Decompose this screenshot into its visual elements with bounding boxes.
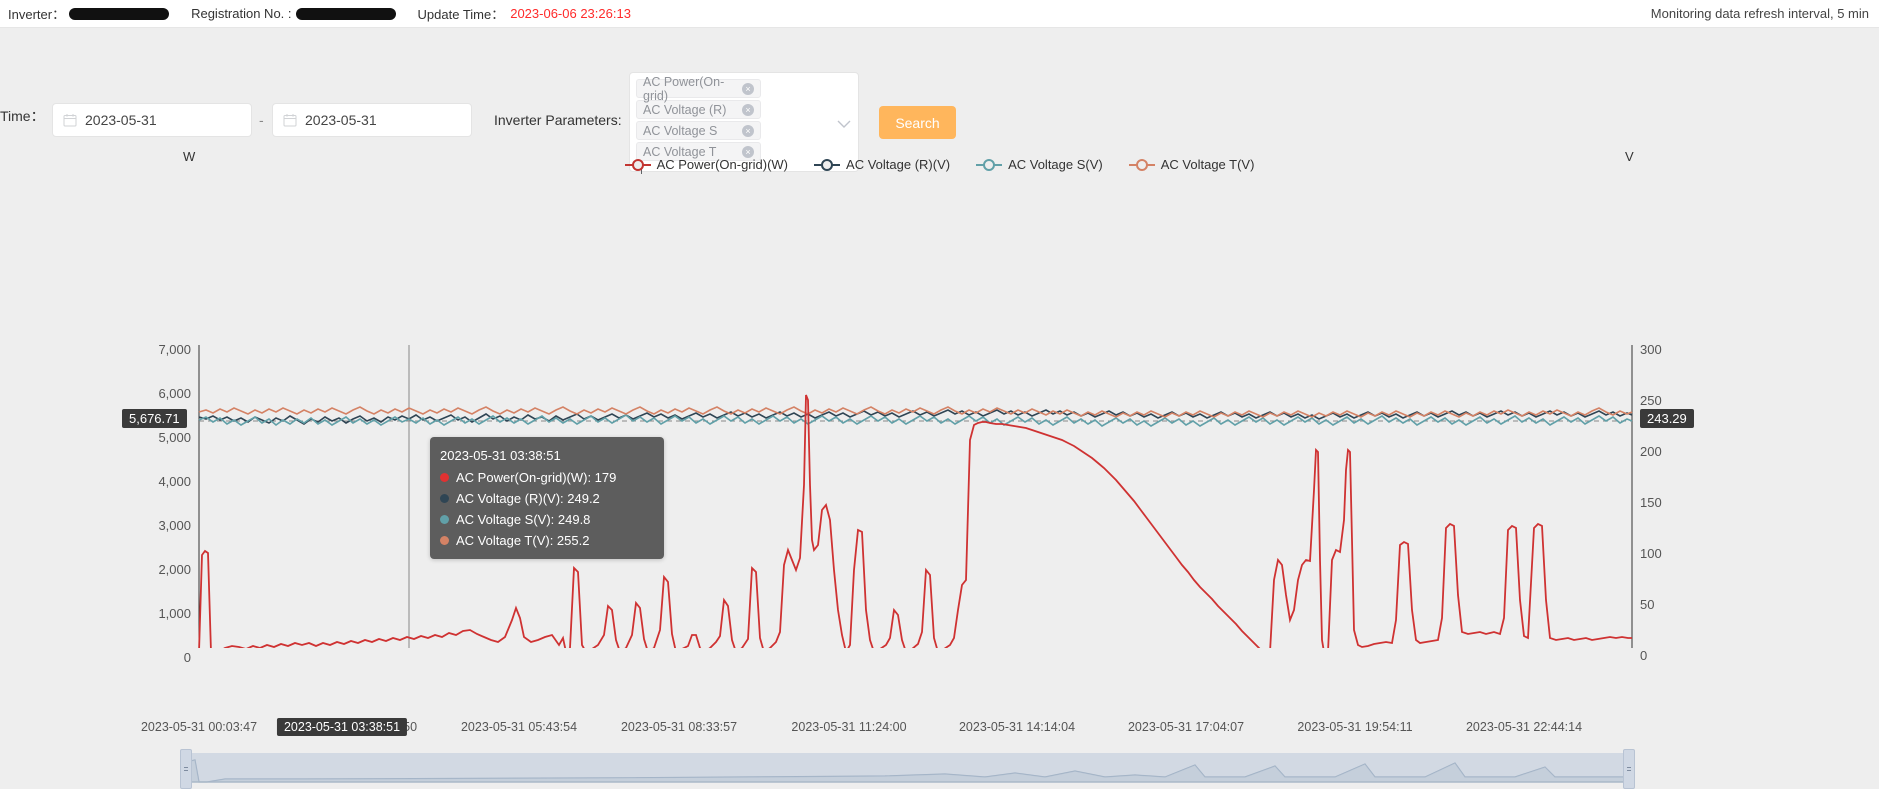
x-tick: 2023-05-31 19:54:11 (1297, 720, 1413, 734)
inverter-label: Inverter： (8, 7, 66, 22)
date-start-value: 2023-05-31 (85, 112, 157, 128)
tooltip-row-text: AC Voltage S(V): 249.8 (456, 512, 591, 527)
inverter-parameters-label: Inverter Parameters: (494, 112, 622, 128)
series-color-dot (440, 536, 449, 545)
tooltip-time: 2023-05-31 03:38:51 (440, 448, 561, 463)
refresh-interval-note: Monitoring data refresh interval, 5 min (1650, 6, 1869, 21)
close-icon[interactable]: × (742, 82, 754, 95)
series-color-dot (440, 494, 449, 503)
tooltip-row-text: AC Voltage (R)(V): 249.2 (456, 491, 600, 506)
x-tick: 2023-05-31 17:04:07 (1127, 720, 1245, 734)
date-end-input[interactable]: 2023-05-31 (272, 103, 472, 137)
date-end-value: 2023-05-31 (305, 112, 377, 128)
x-tick: 2023-05-31 08:33:57 (620, 720, 738, 734)
datazoom-preview (184, 753, 1628, 783)
chevron-down-icon[interactable] (836, 116, 852, 134)
inverter-info: Inverter： (8, 4, 170, 23)
update-time-label: Update Time： (417, 7, 505, 22)
filter-bar: Time： 2023-05-31 - 2023-05-31 Inverter P… (0, 28, 1879, 174)
y-tick-left: 0 (183, 650, 191, 665)
chart-tooltip: 2023-05-31 03:38:51 AC Power(On-grid)(W)… (430, 437, 664, 559)
close-icon[interactable]: × (742, 124, 754, 137)
param-tag-label: AC Voltage (R) (643, 102, 727, 117)
left-axis-value-marker: 5,676.71 (122, 409, 187, 428)
x-tick: 2023-05-31 14:14:04 (958, 720, 1076, 734)
calendar-icon (283, 113, 297, 127)
close-icon[interactable]: × (742, 103, 754, 116)
tooltip-row-text: AC Power(On-grid)(W): 179 (456, 470, 617, 485)
registration-label: Registration No. : (191, 6, 292, 21)
chart-datazoom-slider[interactable] (180, 749, 1635, 789)
x-tick: 2023-05-31 05:43:54 (460, 720, 578, 734)
chart-plot-area[interactable] (0, 140, 1879, 648)
param-tag-label: AC Power(On-grid) (643, 74, 725, 103)
top-info-bar: Inverter： Registration No. : Update Time… (0, 0, 1879, 28)
series-color-dot (440, 515, 449, 524)
date-start-input[interactable]: 2023-05-31 (52, 103, 252, 137)
calendar-icon (63, 113, 77, 127)
param-tag[interactable]: AC Power(On-grid) × (636, 75, 761, 103)
param-tag-label: AC Voltage S (643, 123, 718, 138)
tooltip-row: AC Power(On-grid)(W): 179 (440, 467, 654, 488)
inverter-chart[interactable]: AC Power(On-grid)(W) AC Voltage (R)(V) A… (0, 140, 1879, 789)
datazoom-handle-right[interactable] (1623, 749, 1635, 789)
registration-value-redacted (295, 7, 396, 20)
registration-info: Registration No. : (191, 6, 396, 21)
x-tick: 2023-05-31 00:03:47 (140, 720, 258, 734)
tooltip-row: AC Voltage (R)(V): 249.2 (440, 488, 654, 509)
tooltip-row: AC Voltage S(V): 249.8 (440, 509, 654, 530)
x-tick: 2023-05-31 22:44:14 (1465, 720, 1583, 734)
date-range-separator: - (259, 112, 264, 128)
series-color-dot (440, 473, 449, 482)
search-button[interactable]: Search (879, 106, 956, 139)
tooltip-row: AC Voltage T(V): 255.2 (440, 530, 654, 551)
time-label: Time： (0, 108, 45, 124)
datazoom-handle-left[interactable] (180, 749, 192, 789)
param-tag[interactable]: AC Voltage (R) × (636, 100, 761, 119)
inverter-value-redacted (69, 7, 170, 20)
tooltip-row-text: AC Voltage T(V): 255.2 (456, 533, 590, 548)
right-axis-value-marker: 243.29 (1640, 409, 1694, 428)
update-time-value: 2023-06-06 23:26:13 (510, 6, 631, 21)
x-axis-value-marker: 2023-05-31 03:38:51 (276, 718, 408, 736)
update-time-info: Update Time： 2023-06-06 23:26:13 (418, 4, 631, 23)
y-tick-right: 0 (1640, 648, 1648, 663)
param-tag[interactable]: AC Voltage S × (636, 121, 761, 140)
x-tick: 2023-05-31 11:24:00 (791, 720, 907, 734)
